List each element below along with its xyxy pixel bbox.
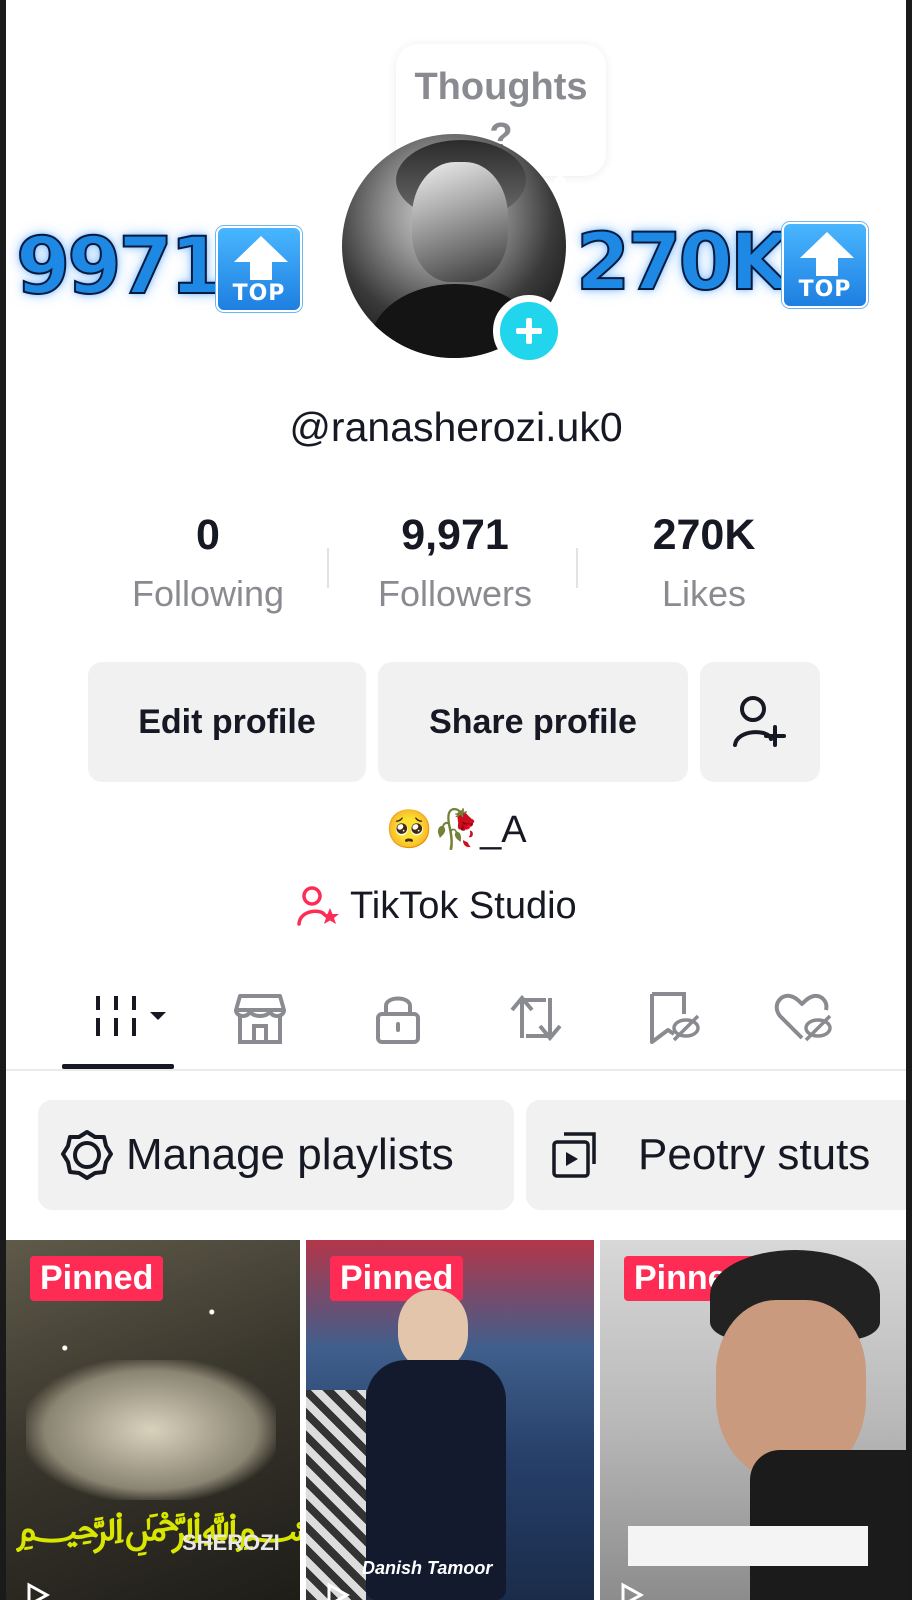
tiktok-studio-link[interactable]: TikTok Studio (296, 878, 577, 934)
lock-icon (376, 996, 420, 1044)
gear-icon (61, 1130, 113, 1180)
favorites-hidden-icon (650, 992, 700, 1044)
add-friend-icon (733, 696, 786, 747)
bio-text: 🥺🥀_A (385, 809, 527, 851)
stat-divider (576, 548, 578, 588)
repost-icon (510, 994, 562, 1042)
tab-reposts[interactable] (496, 983, 576, 1053)
video-thumbnail[interactable]: Pinned Danish Tamoor (306, 1240, 594, 1600)
tab-private[interactable] (358, 983, 438, 1053)
video-watermark: Danish Tamoor (362, 1558, 493, 1578)
play-count (24, 1582, 50, 1600)
top-badge-label: TOP (232, 281, 286, 306)
shop-icon (234, 994, 286, 1044)
video-grid: Pinned ﷽ SHEROZI Pinned Danish Tamoor Pi… (6, 1240, 906, 1600)
play-count (324, 1582, 350, 1600)
pinned-badge: Pinned (30, 1256, 164, 1301)
tab-videos[interactable] (86, 983, 178, 1053)
videos-grid-icon (96, 996, 166, 1036)
video-watermark: SHEROZI (182, 1530, 280, 1555)
add-avatar-button[interactable] (493, 295, 565, 367)
stat-following-value: 0 (196, 511, 220, 559)
stat-followers[interactable]: 9,971 Followers (345, 508, 565, 624)
edit-profile-button[interactable]: Edit profile (88, 662, 366, 782)
manage-playlists-label: Manage playlists (126, 1130, 454, 1179)
share-profile-button[interactable]: Share profile (378, 662, 688, 782)
active-tab-indicator (62, 1064, 174, 1069)
stat-following[interactable]: 0 Following (98, 508, 318, 624)
add-friend-button[interactable] (700, 662, 820, 782)
video-thumbnail-figure-shirt (750, 1450, 906, 1600)
video-caption-bar (628, 1526, 868, 1566)
video-thumbnail-figure (26, 1360, 276, 1500)
tab-shop[interactable] (220, 983, 300, 1053)
stat-followers-label: Followers (377, 573, 533, 614)
video-thumbnail[interactable]: Pinned (600, 1240, 906, 1600)
screen-edge-right (906, 0, 912, 1600)
thought-bubble-tail-small (554, 176, 566, 188)
playlist-icon (552, 1132, 596, 1178)
content-tabs (6, 975, 906, 1071)
manage-playlists-button[interactable]: Manage playlists (38, 1100, 514, 1210)
play-icon (27, 1582, 50, 1600)
top-icon: TOP (782, 222, 868, 308)
video-thumbnail-figure-head (398, 1290, 468, 1370)
overlay-likes-number: 270K (575, 217, 791, 309)
tiktok-studio-label: TikTok Studio (350, 884, 577, 927)
overlay-followers-number: 9971 (15, 221, 225, 313)
tab-favorites[interactable] (632, 983, 712, 1053)
stat-divider (327, 548, 329, 588)
play-count (618, 1582, 644, 1600)
playlist-label: Peotry stuts (638, 1130, 871, 1179)
top-badge-label: TOP (798, 277, 852, 302)
creator-star-icon (297, 886, 339, 926)
profile-screen: Thoughts ? 9971 TOP 270K TOP @ranasheroz… (6, 0, 906, 1600)
stat-likes-label: Likes (661, 573, 747, 614)
video-thumbnail-chair (306, 1390, 366, 1600)
stat-following-label: Following (131, 573, 285, 614)
playlist-chip[interactable]: Peotry stuts (526, 1100, 906, 1210)
top-icon: TOP (216, 226, 302, 312)
avatar-head (412, 162, 508, 282)
play-icon (327, 1582, 350, 1600)
stat-followers-value: 9,971 (401, 511, 509, 559)
username: @ranasherozi.uk0 (289, 404, 623, 450)
liked-hidden-icon (774, 993, 832, 1042)
plus-icon (516, 318, 542, 344)
video-thumbnail[interactable]: Pinned ﷽ SHEROZI (6, 1240, 300, 1600)
stat-likes-value: 270K (652, 511, 756, 559)
play-icon (621, 1582, 644, 1600)
stat-likes[interactable]: 270K Likes (594, 508, 814, 624)
tab-liked[interactable] (764, 983, 844, 1053)
